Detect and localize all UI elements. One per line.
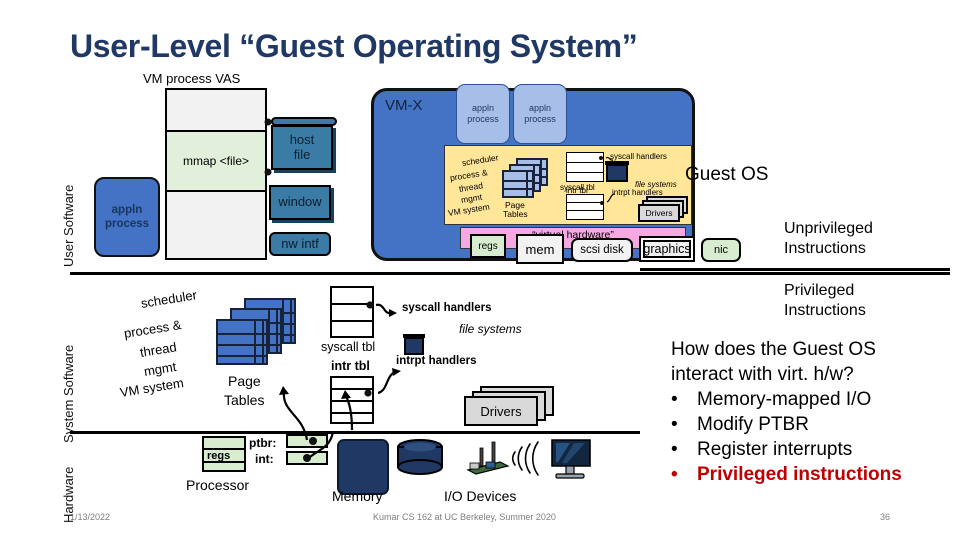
drivers-icon: Drivers xyxy=(464,386,554,428)
vmx-drivers-icon: Drivers xyxy=(638,196,688,222)
arrowhead-intr xyxy=(392,368,401,376)
io-devices-label: I/O Devices xyxy=(444,488,517,504)
vm-system-label: VM system xyxy=(118,375,185,400)
divider-user-system xyxy=(70,272,950,275)
virtual-regs-chip: regs xyxy=(470,234,506,258)
intr-tbl-label: intr tbl xyxy=(331,359,370,373)
vas-mmap-region: mmap <file> xyxy=(167,130,265,192)
nw-intf-box: nw intf xyxy=(269,232,331,256)
vmx-appln-process-2-line1: appln xyxy=(528,102,552,113)
footer-center-text: Kumar CS 162 at UC Berkeley, Summer 2020 xyxy=(373,512,556,522)
memory-block-icon xyxy=(337,439,389,495)
int-label: int: xyxy=(255,452,274,466)
vmx-drivers-label: Drivers xyxy=(638,204,680,222)
vas-caption: VM process VAS xyxy=(143,71,241,86)
process-mgmt-line1: process & xyxy=(122,317,183,341)
divider-system-hardware xyxy=(70,431,640,434)
disk-device-icon xyxy=(397,439,443,475)
footer-date: 1/13/2022 xyxy=(70,512,111,522)
page-tables-line1: Page xyxy=(228,373,261,389)
privileged-line1: Privileged xyxy=(784,282,855,299)
vmx-appln-process-1: appln process xyxy=(456,84,510,144)
intrpt-handlers-label: intrpt handlers xyxy=(396,355,477,367)
vmx-appln-process-2-line2: process xyxy=(524,114,556,124)
page-title: User-Level “Guest Operating System” xyxy=(70,28,638,64)
appln-process-box: appln process xyxy=(94,177,160,257)
slide-canvas: User-Level “Guest Operating System” User… xyxy=(0,0,960,540)
syscall-tbl-label: syscall tbl xyxy=(321,340,376,354)
unprivileged-line1: Unprivileged xyxy=(784,220,873,237)
vmx-syscall-handlers-label: syscall handlers xyxy=(610,152,667,161)
bullet-icon: • xyxy=(671,439,678,461)
window-box: window xyxy=(269,185,331,220)
appln-process-line1: appln xyxy=(111,203,143,216)
ptbr-label: ptbr: xyxy=(249,436,277,450)
bullet-item-modify-ptbr: • Modify PTBR xyxy=(671,412,956,437)
host-file-box: host file xyxy=(271,117,337,170)
intr-table-icon xyxy=(330,376,374,424)
band-label-system-software: System Software xyxy=(61,344,76,443)
vmx-appln-process-1-line1: appln xyxy=(471,102,495,113)
bullet-label: Modify PTBR xyxy=(697,414,809,436)
page-tables-icon xyxy=(216,298,296,374)
monitor-device-icon xyxy=(551,439,591,479)
vmx-syscall-table-icon xyxy=(566,152,604,182)
band-label-user-software: User Software xyxy=(61,184,76,267)
vmx-page-tables-icon xyxy=(502,158,548,200)
vm-process-vas: mmap <file> xyxy=(165,88,267,260)
vm-x-label: VM-X xyxy=(385,97,423,114)
vmx-intrpt-handler-icon xyxy=(605,161,629,182)
bullet-icon: • xyxy=(671,464,678,486)
bullet-label: Register interrupts xyxy=(697,439,853,461)
wireless-signal-icon xyxy=(511,441,539,476)
arrow-syscall-tbl-to-handlers xyxy=(375,303,393,315)
question-line2: interact with virt. h/w? xyxy=(671,364,854,386)
scheduler-label: scheduler xyxy=(139,287,198,311)
host-file-line1: host xyxy=(289,131,315,147)
page-tables-line2: Tables xyxy=(224,392,265,408)
virtual-nic-chip: nic xyxy=(701,238,741,262)
syscall-handlers-label: syscall handlers xyxy=(402,302,492,314)
footer-page-number: 36 xyxy=(880,512,891,522)
virtual-graphics-chip: graphics xyxy=(639,236,695,262)
guest-os-question-block: How does the Guest OS interact with virt… xyxy=(671,337,956,487)
privileged-line2: Instructions xyxy=(784,301,866,319)
regs-label: regs xyxy=(207,450,231,462)
host-file-line2: file xyxy=(293,146,311,162)
bullet-item-privileged-instructions: • Privileged instructions xyxy=(671,462,956,487)
vmx-page-tables-line2: Tables xyxy=(503,209,528,219)
ptbr-register-box xyxy=(286,434,328,448)
arrowhead-ptbr xyxy=(279,386,289,395)
virtual-mem-chip: mem xyxy=(516,234,564,264)
vmx-intr-table-icon xyxy=(566,194,604,220)
drivers-label: Drivers xyxy=(464,396,538,426)
vmx-appln-process-2: appln process xyxy=(513,84,567,144)
vmx-appln-process-1-line2: process xyxy=(467,114,499,124)
virtual-scsi-disk-chip: scsi disk xyxy=(571,238,633,262)
bullet-icon: • xyxy=(671,389,678,411)
divider-privilege-boundary xyxy=(640,268,950,271)
arrowhead-syscall xyxy=(389,309,397,317)
intrpt-handler-icon xyxy=(403,334,425,355)
int-register-box xyxy=(286,451,328,465)
appln-process-line2: process xyxy=(104,218,150,230)
bullet-icon: • xyxy=(671,414,678,436)
processor-label: Processor xyxy=(186,477,250,493)
network-card-icon xyxy=(466,441,510,475)
memory-label: Memory xyxy=(332,488,383,504)
syscall-table-icon xyxy=(330,286,374,338)
bullet-label: Memory-mapped I/O xyxy=(697,389,872,411)
arrow-intr-tbl-to-handlers xyxy=(377,370,397,395)
unprivileged-instructions-label: Unprivileged Instructions xyxy=(784,219,873,258)
bullet-item-memory-mapped-io: • Memory-mapped I/O xyxy=(671,387,956,412)
question-line1: How does the Guest OS xyxy=(671,339,876,360)
process-mgmt-line2: thread xyxy=(138,339,178,360)
bullet-item-register-interrupts: • Register interrupts xyxy=(671,437,956,462)
file-systems-label: file systems xyxy=(459,322,522,336)
vmx-intr-tbl-label: intr tbl xyxy=(566,186,588,195)
unprivileged-line2: Instructions xyxy=(784,239,866,257)
privileged-instructions-label: Privileged Instructions xyxy=(784,281,866,320)
bullet-label: Privileged instructions xyxy=(697,464,902,486)
guest-os-callout: Guest OS xyxy=(685,164,769,185)
